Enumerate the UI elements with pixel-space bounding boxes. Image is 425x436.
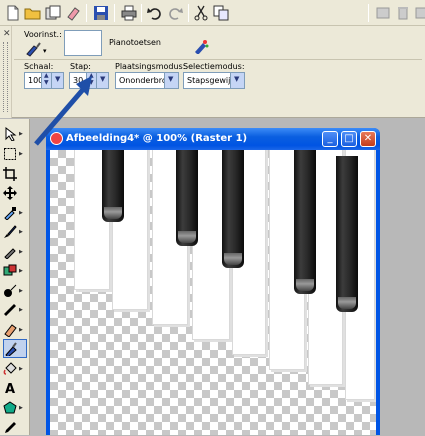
placement-mode-dropdown[interactable] — [164, 73, 178, 88]
preset-label: Voorinst.: — [24, 30, 62, 39]
piano-black-key — [336, 156, 358, 312]
piano-black-key — [176, 150, 198, 246]
eraser-tool-icon[interactable]: ▶ — [3, 320, 27, 339]
scratch-remover-tool-icon[interactable]: ▶ — [3, 261, 27, 280]
redo-icon[interactable] — [166, 4, 184, 22]
crop-tool-icon[interactable] — [3, 164, 27, 183]
selection-mode-select[interactable]: Stapsgewijs — [183, 72, 245, 89]
text-tool-icon[interactable]: A — [3, 378, 27, 397]
selection-mode-label: Selectiemodus: — [183, 62, 245, 71]
browse-icon[interactable] — [44, 4, 62, 22]
preset-dropdown[interactable]: ▾ — [24, 40, 50, 58]
svg-text:A: A — [5, 382, 15, 395]
maximize-button[interactable]: □ — [341, 131, 357, 147]
close-button[interactable]: ✕ — [360, 131, 376, 147]
move-tool-icon[interactable] — [3, 183, 27, 202]
standard-toolbar — [0, 0, 425, 26]
layer-copy-icon[interactable] — [412, 4, 425, 22]
preset-name: Pianotoetsen — [109, 38, 161, 47]
open-folder-icon[interactable] — [24, 4, 42, 22]
cut-icon[interactable] — [192, 4, 210, 22]
piano-black-key — [102, 150, 124, 222]
smudge-tool-icon[interactable]: ▶ — [3, 300, 27, 319]
new-document-icon[interactable] — [4, 4, 22, 22]
annotation-arrow — [34, 76, 92, 146]
minimize-button[interactable]: _ — [322, 131, 338, 147]
tools-palette: ▶ ▶ ▶ ▶ ▶ ▶ ▶ ▶ ▶ ▶ A ▶ — [0, 119, 30, 435]
paint-brush-tool-icon[interactable]: ▶ — [3, 222, 27, 241]
clone-brush-tool-icon[interactable]: ▶ — [3, 242, 27, 261]
layer-new-icon[interactable] — [374, 4, 392, 22]
placement-mode-label: Plaatsingsmodus: — [115, 62, 186, 71]
selection-mode-value: Stapsgewijs — [187, 76, 235, 85]
selection-mode-dropdown[interactable] — [230, 73, 244, 88]
brush-preview[interactable] — [64, 30, 102, 56]
undo-icon[interactable] — [146, 4, 164, 22]
layer-delete-icon[interactable] — [394, 4, 412, 22]
image-canvas[interactable] — [50, 150, 376, 435]
flood-fill-tool-icon[interactable]: ▶ — [3, 359, 27, 378]
piano-black-key — [222, 150, 244, 268]
piano-black-key — [294, 150, 316, 294]
pen-tool-icon[interactable] — [3, 417, 27, 436]
placement-mode-select[interactable]: Ononderbrok — [115, 72, 179, 89]
print-icon[interactable] — [120, 4, 138, 22]
picture-tube-options-icon[interactable] — [192, 37, 210, 55]
svg-text:▾: ▾ — [43, 47, 47, 55]
picture-tube-tool-icon[interactable] — [3, 339, 27, 358]
eyedropper-tool-icon[interactable]: ▶ — [3, 203, 27, 222]
dodge-tool-icon[interactable]: ▶ — [3, 281, 27, 300]
preset-shape-tool-icon[interactable]: ▶ — [3, 398, 27, 417]
palette-grip[interactable]: ✕ — [0, 26, 12, 118]
save-icon[interactable] — [92, 4, 110, 22]
eraser-icon[interactable] — [64, 4, 82, 22]
selection-tool-icon[interactable]: ▶ — [3, 144, 27, 163]
document-window: Afbeelding4* @ 100% (Raster 1) _ □ ✕ — [46, 128, 380, 435]
copy-icon[interactable] — [212, 4, 230, 22]
pointer-tool-icon[interactable]: ▶ — [3, 124, 27, 143]
